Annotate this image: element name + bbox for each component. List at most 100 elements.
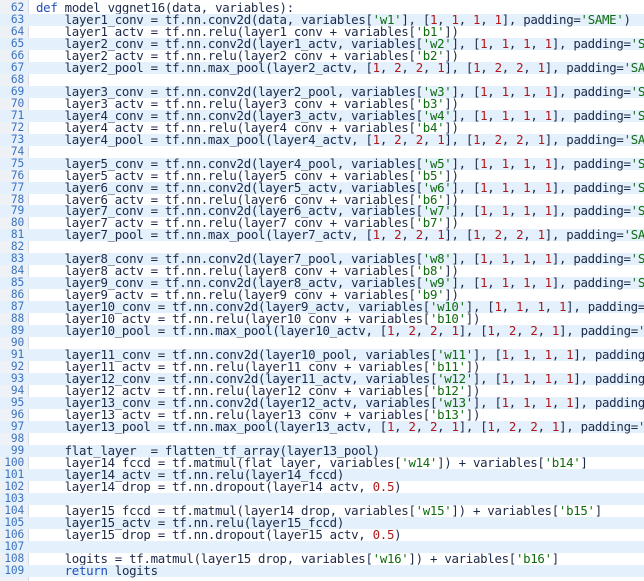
number-token: 2 (494, 131, 502, 147)
code-token: , (580, 394, 588, 410)
number-token: 2 (494, 59, 502, 75)
line-number: 105 (4, 515, 24, 529)
code-token: ] (573, 347, 581, 363)
code-token: , (573, 299, 581, 315)
code-token: . (207, 478, 216, 494)
code-lines[interactable]: 62 def model_vggnet16(data, variables): 63… (0, 1, 644, 577)
string-token: 'SAME' (630, 83, 644, 99)
code-line[interactable]: 102 layer14_drop = tf.nn.dropout(layer14… (0, 478, 644, 494)
line-number: 71 (10, 108, 24, 122)
code-token: ) (458, 502, 466, 518)
number-token: 1 (501, 203, 509, 219)
number-token: 1 (544, 107, 552, 123)
string-token: 'SAME' (638, 323, 644, 338)
code-token: ] (551, 35, 560, 51)
code-token: ( (272, 418, 280, 434)
number-token: 1 (501, 275, 509, 291)
code-token: max_pool (207, 227, 266, 243)
number-token: 1 (487, 323, 495, 339)
line-number: 74 (10, 144, 24, 158)
code-token: , (365, 323, 373, 339)
code-token: , (379, 227, 387, 243)
code-token: , (501, 299, 509, 315)
code-token: , (530, 179, 538, 195)
number-token: 2 (408, 323, 416, 339)
code-token: , (451, 131, 459, 147)
string-token: 'SAME' (580, 11, 624, 27)
code-token: ] (551, 179, 560, 195)
code-token: = (150, 59, 158, 75)
code-token: = (623, 251, 631, 267)
code-token: , (530, 203, 538, 219)
code-token: padding (594, 347, 644, 363)
code-token: , (580, 347, 588, 363)
code-token: padding (573, 107, 624, 123)
code-token: , (508, 371, 516, 387)
code-token: padding (573, 251, 624, 267)
code-token: max_pool (207, 131, 266, 147)
code-line[interactable]: 106 layer15_drop = tf.nn.dropout(layer15… (0, 528, 644, 541)
code-line[interactable]: 67 layer2_pool = tf.nn.max_pool(layer2_a… (0, 59, 644, 75)
number-token: 2 (415, 227, 423, 243)
code-line[interactable]: 73 layer4_pool = tf.nn.max_pool(layer4_a… (0, 131, 644, 147)
code-token: ] (408, 550, 416, 566)
code-token: padding (566, 59, 617, 75)
code-line[interactable]: 81 layer7_pool = tf.nn.max_pool(layer7_a… (0, 227, 644, 243)
code-editor[interactable]: 62 def model_vggnet16(data, variables): 63… (0, 0, 644, 581)
code-token: , (530, 155, 538, 171)
code-token: , (422, 131, 431, 147)
code-token: = (623, 155, 631, 171)
code-token: , (401, 131, 409, 147)
code-token: ] (551, 83, 560, 99)
code-token: , (551, 371, 559, 387)
number-token: 1 (501, 35, 509, 51)
code-token: [ (494, 394, 502, 410)
code-token: = (623, 179, 631, 195)
string-token: 'w14' (401, 454, 438, 470)
line-number: 69 (10, 84, 24, 98)
code-token: = (637, 299, 644, 315)
number-token: 1 (544, 371, 552, 387)
number-token: 1 (537, 227, 545, 243)
code-token: , (458, 275, 466, 291)
code-line[interactable]: 109 return logits (0, 564, 644, 577)
code-token: , (580, 371, 588, 387)
code-token: ] (458, 418, 466, 434)
code-token: = (623, 107, 631, 123)
code-token: , (508, 275, 516, 291)
code-token: , (508, 35, 516, 51)
code-token: tf (172, 323, 187, 339)
code-line[interactable]: 89 layer10_pool = tf.nn.max_pool(layer10… (0, 323, 644, 339)
code-token: = (630, 418, 638, 434)
number-token: 1 (537, 299, 545, 315)
code-line[interactable]: 97 layer13_pool = tf.nn.max_pool(layer13… (0, 418, 644, 434)
number-token: 1 (494, 299, 502, 315)
code-token: ] (551, 155, 560, 171)
code-token: padding (573, 155, 624, 171)
string-token: 'SAME' (630, 203, 644, 219)
code-token: padding (573, 275, 624, 291)
code-token: tf (172, 478, 187, 494)
